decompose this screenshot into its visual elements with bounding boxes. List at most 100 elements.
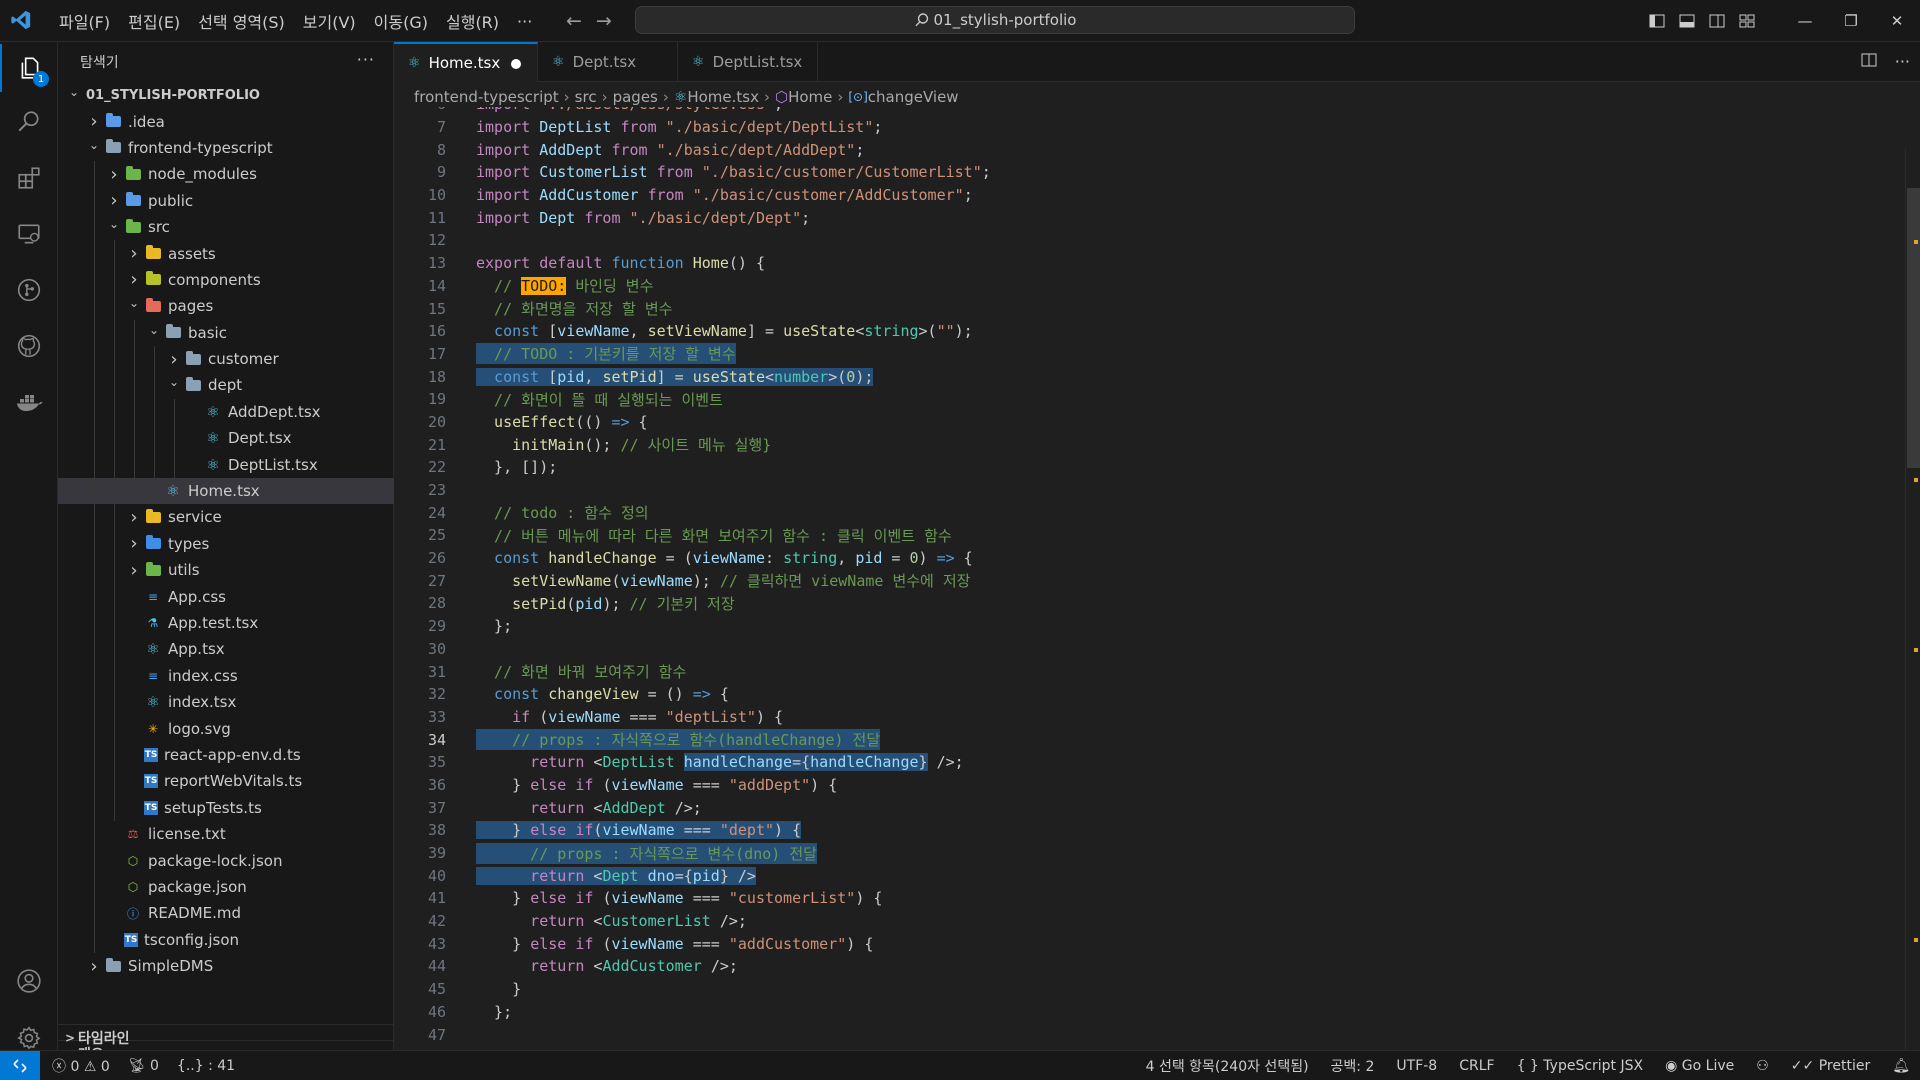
tree-item[interactable]: TS tsconfig.json bbox=[58, 926, 394, 953]
accounts-icon[interactable] bbox=[0, 957, 58, 1005]
vscode-logo-icon[interactable] bbox=[10, 9, 32, 31]
prettier-status[interactable]: ✓✓ Prettier bbox=[1791, 1058, 1870, 1074]
tree-item[interactable]: ≡ App.css bbox=[58, 583, 394, 610]
tree-item[interactable]: › utils bbox=[58, 557, 394, 584]
tree-item[interactable]: › service bbox=[58, 504, 394, 531]
css-file-icon: ≡ bbox=[147, 668, 159, 683]
tree-item[interactable]: › SimpleDMS bbox=[58, 953, 394, 979]
toggle-panel-icon[interactable] bbox=[1672, 0, 1702, 42]
tree-item[interactable]: ⚛ Home.tsx bbox=[58, 477, 394, 505]
tree-item[interactable]: ⚛ index.tsx bbox=[58, 688, 394, 716]
explorer-icon[interactable]: 1 bbox=[0, 44, 58, 92]
tree-item[interactable]: TS setupTests.ts bbox=[58, 794, 394, 821]
tree-item[interactable]: ⌄ basic bbox=[58, 319, 394, 346]
menu-item[interactable]: 편집(E) bbox=[119, 9, 189, 33]
editor-scrollbar[interactable] bbox=[1905, 148, 1920, 1050]
editor-tab[interactable]: ⚛ Home.tsx bbox=[394, 42, 538, 82]
tree-item[interactable]: › .idea bbox=[58, 108, 394, 134]
tree-item[interactable]: › types bbox=[58, 530, 394, 558]
code-token: setPid bbox=[602, 367, 657, 386]
tree-item[interactable]: ⚖ license.txt bbox=[58, 820, 394, 848]
tree-item[interactable]: › node_modules bbox=[58, 161, 394, 188]
code-token: } bbox=[918, 753, 928, 772]
code-line: 17 // TODO : 기본키를 저장 할 변수 bbox=[394, 343, 1904, 366]
back-arrow-icon[interactable]: ← bbox=[566, 10, 582, 32]
split-editor-icon[interactable] bbox=[1861, 52, 1877, 72]
ports-status[interactable]: 📡︎ 0 bbox=[128, 1058, 159, 1074]
scrollbar-thumb[interactable] bbox=[1907, 188, 1920, 468]
menu-item[interactable]: 실행(R) bbox=[437, 9, 508, 33]
docker-icon[interactable] bbox=[0, 378, 58, 426]
tree-item[interactable]: ⌄ src bbox=[58, 213, 394, 241]
code-text: import AddDept from "./basic/dept/AddDep… bbox=[476, 141, 864, 159]
eol-status[interactable]: CRLF bbox=[1459, 1058, 1494, 1074]
tree-item[interactable]: TS react-app-env.d.ts bbox=[58, 741, 394, 769]
breadcrumb-item[interactable]: Home.tsx bbox=[687, 88, 759, 106]
indent-guide bbox=[94, 187, 95, 214]
tree-item[interactable]: ⚛ DeptList.tsx bbox=[58, 451, 394, 478]
selection-status[interactable]: 4 선택 항목(240자 선택됨) bbox=[1146, 1056, 1309, 1076]
tree-item[interactable]: ⬡ package.json bbox=[58, 873, 394, 901]
tree-item[interactable]: ⌄ frontend-typescript bbox=[58, 135, 394, 161]
forward-arrow-icon[interactable]: → bbox=[596, 10, 612, 32]
notifications-bell-icon[interactable]: 🔔︎ bbox=[1892, 1058, 1910, 1074]
tree-item[interactable]: ⚗ App.test.tsx bbox=[58, 609, 394, 637]
line-number: 20 bbox=[427, 412, 446, 431]
source-control-icon[interactable] bbox=[0, 266, 58, 314]
tree-item[interactable]: ⓘ README.md bbox=[58, 900, 394, 927]
copilot-icon[interactable]: ⚇ bbox=[1756, 1058, 1769, 1074]
tree-item[interactable]: ≡ index.css bbox=[58, 662, 394, 689]
indentation-status[interactable]: 공백: 2 bbox=[1331, 1056, 1375, 1076]
remote-indicator-icon[interactable] bbox=[0, 1051, 40, 1080]
remote-explorer-icon[interactable] bbox=[0, 210, 58, 258]
tree-item[interactable]: › customer bbox=[58, 345, 394, 373]
breadcrumb-item[interactable]: changeView bbox=[868, 88, 959, 106]
code-token: Home bbox=[692, 254, 729, 273]
github-icon[interactable] bbox=[0, 322, 58, 370]
tree-item[interactable]: › public bbox=[58, 187, 394, 214]
breadcrumb-item[interactable]: Home bbox=[788, 88, 832, 106]
more-actions-icon[interactable]: ··· bbox=[357, 50, 375, 69]
menu-item[interactable]: 보기(V) bbox=[294, 9, 365, 33]
tree-item[interactable]: ⚛ AddDept.tsx bbox=[58, 398, 394, 426]
extensions-icon[interactable] bbox=[0, 154, 58, 202]
tree-item[interactable]: ⌄ dept bbox=[58, 372, 394, 399]
code-text: // props : 자식쪽으로 함수(handleChange) 전달 bbox=[476, 729, 881, 751]
unsaved-dot-icon[interactable] bbox=[511, 59, 521, 69]
minimize-icon[interactable]: — bbox=[1782, 0, 1828, 42]
menu-item[interactable]: 이동(G) bbox=[365, 9, 437, 33]
tree-item[interactable]: ⬡ package-lock.json bbox=[58, 847, 394, 874]
menu-item[interactable]: 파일(F) bbox=[50, 9, 119, 33]
menu-item[interactable]: ··· bbox=[508, 12, 541, 31]
search-view-icon[interactable] bbox=[0, 98, 58, 146]
symbol-status[interactable]: {..} : 41 bbox=[177, 1058, 235, 1074]
command-center[interactable]: 01_stylish-portfolio bbox=[635, 6, 1355, 34]
customize-layout-icon[interactable] bbox=[1732, 0, 1762, 42]
tree-item[interactable]: TS reportWebVitals.ts bbox=[58, 768, 394, 795]
menu-item[interactable]: 선택 영역(S) bbox=[189, 9, 294, 33]
tree-item[interactable]: ⌄ 01_STYLISH-PORTFOLIO bbox=[58, 82, 394, 108]
editor-more-icon[interactable]: ··· bbox=[1895, 52, 1910, 72]
breadcrumb-item[interactable]: pages bbox=[613, 88, 658, 106]
breadcrumb-item[interactable]: src bbox=[575, 88, 597, 106]
close-icon[interactable]: ✕ bbox=[1874, 0, 1920, 42]
tree-item[interactable]: ✳ logo.svg bbox=[58, 715, 394, 742]
problems-status[interactable]: ⓧ 0 ⚠ 0 bbox=[52, 1056, 110, 1076]
restore-icon[interactable]: ❐ bbox=[1828, 0, 1874, 42]
editor-tab[interactable]: ⚛ Dept.tsx bbox=[538, 42, 678, 82]
encoding-status[interactable]: UTF-8 bbox=[1396, 1058, 1437, 1074]
breadcrumb-separator-icon: › bbox=[837, 88, 844, 106]
tree-item[interactable]: ⚛ App.tsx bbox=[58, 636, 394, 663]
toggle-secondary-sidebar-icon[interactable] bbox=[1702, 0, 1732, 42]
language-status[interactable]: { } TypeScript JSX bbox=[1517, 1058, 1644, 1074]
editor-tab[interactable]: ⚛ DeptList.tsx bbox=[678, 42, 818, 82]
tree-item[interactable]: ⚛ Dept.tsx bbox=[58, 425, 394, 452]
toggle-primary-sidebar-icon[interactable] bbox=[1642, 0, 1672, 42]
code-editor[interactable]: 6 import "../assets/css/styles.css"; 7 imp… bbox=[394, 107, 1904, 1050]
breadcrumb-item[interactable]: frontend-typescript bbox=[414, 88, 559, 106]
tree-item[interactable]: › assets bbox=[58, 240, 394, 267]
golive-status[interactable]: ◉ Go Live bbox=[1665, 1058, 1734, 1074]
tree-item[interactable]: › components bbox=[58, 266, 394, 294]
timeline-panel-header[interactable]: > 타임라인 bbox=[58, 1024, 394, 1050]
tree-item[interactable]: ⌄ pages bbox=[58, 293, 394, 320]
